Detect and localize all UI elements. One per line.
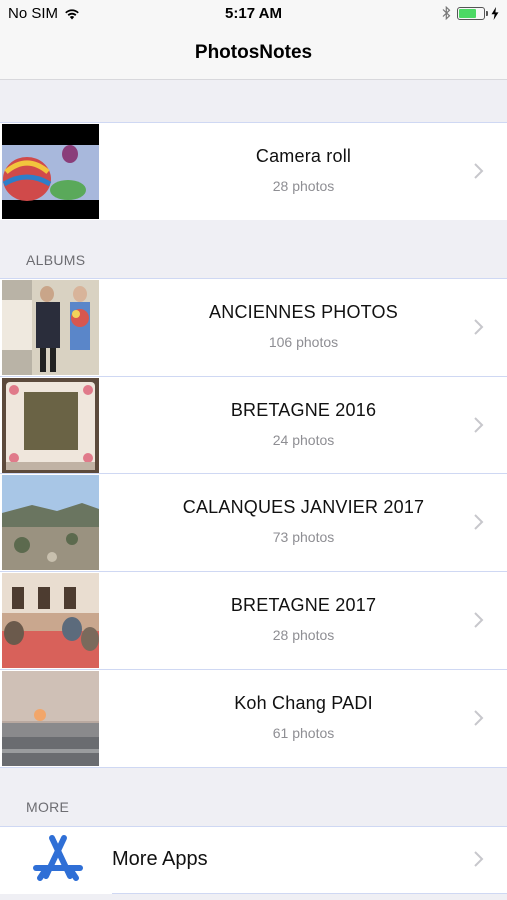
navigation-bar: PhotosNotes [0,28,507,80]
status-right [442,6,499,20]
camera-roll-thumbnail [2,124,99,219]
battery-icon [457,6,488,20]
album-count: 106 photos [268,334,339,350]
album-thumbnail [2,671,99,766]
chevron-right-icon [474,612,484,628]
album-thumbnail [2,280,99,375]
album-text: ANCIENNES PHOTOS 106 photos [100,278,507,376]
app-store-icon [33,835,83,881]
camera-roll-row[interactable]: Camera roll 28 photos [0,122,507,220]
more-apps-row[interactable]: More Apps [0,826,507,894]
section-header-more: MORE [26,799,70,815]
page-title: PhotosNotes [194,42,313,63]
status-time: 5:17 AM [225,5,282,22]
album-thumbnail [2,573,99,668]
chevron-right-icon [474,163,484,179]
album-thumbnail [2,475,99,570]
section-header-albums: ALBUMS [26,252,86,268]
chevron-right-icon [474,514,484,530]
chevron-right-icon [474,710,484,726]
battery-level [459,8,476,18]
camera-roll-title: Camera roll [255,146,352,166]
row-divider [0,826,507,827]
album-text: BRETAGNE 2016 24 photos [100,376,507,474]
more-apps-label: More Apps [112,848,208,870]
album-title: BRETAGNE 2017 [230,595,377,615]
charging-bolt-icon [491,6,499,20]
album-thumbnail [2,378,99,473]
album-text: CALANQUES JANVIER 2017 73 photos [100,473,507,571]
album-row[interactable]: BRETAGNE 2016 24 photos [0,376,507,474]
row-divider [112,893,507,894]
album-row[interactable]: Koh Chang PADI 61 photos [0,669,507,768]
album-row[interactable]: BRETAGNE 2017 28 photos [0,571,507,669]
album-title: BRETAGNE 2016 [230,400,377,420]
album-count: 61 photos [272,725,335,741]
row-divider [0,767,507,768]
album-row[interactable]: ANCIENNES PHOTOS 106 photos [0,278,507,376]
camera-roll-count: 28 photos [272,178,335,194]
album-count: 28 photos [272,627,335,643]
album-count: 73 photos [272,529,335,545]
album-title: Koh Chang PADI [234,693,373,713]
status-bar: No SIM 5:17 AM [0,0,507,28]
bluetooth-icon [442,6,451,20]
album-text: BRETAGNE 2017 28 photos [100,571,507,669]
chevron-right-icon [474,319,484,335]
battery-cap [486,10,488,16]
album-title: CALANQUES JANVIER 2017 [182,497,425,517]
chevron-right-icon [474,417,484,433]
chevron-right-icon [474,851,484,867]
camera-roll-text: Camera roll 28 photos [100,122,507,220]
album-count: 24 photos [272,432,335,448]
album-text: Koh Chang PADI 61 photos [100,669,507,767]
album-title: ANCIENNES PHOTOS [209,302,398,322]
album-row[interactable]: CALANQUES JANVIER 2017 73 photos [0,473,507,571]
